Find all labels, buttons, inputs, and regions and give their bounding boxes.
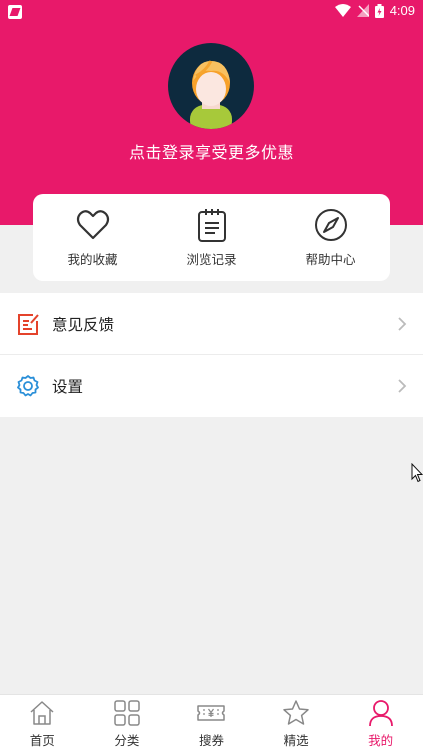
chevron-right-icon [398, 379, 407, 393]
tab-home[interactable]: 首页 [0, 695, 85, 752]
menu-item-label: 设置 [52, 378, 84, 396]
quick-action-help[interactable]: 帮助中心 [271, 194, 390, 281]
user-icon [368, 700, 393, 727]
tab-category[interactable]: 分类 [85, 695, 170, 752]
mouse-cursor-icon [411, 463, 423, 483]
status-time: 4:09 [389, 3, 415, 18]
settings-list: 意见反馈 设置 [0, 293, 423, 417]
signal-off-icon [356, 4, 369, 17]
status-icons: 4:09 [334, 3, 415, 18]
avatar[interactable] [168, 43, 254, 129]
login-prompt[interactable]: 点击登录享受更多优惠 [0, 139, 423, 163]
status-bar: 4:09 [0, 0, 423, 24]
quick-action-label: 我的收藏 [67, 252, 118, 267]
bottom-tab-bar: 首页 分类 搜券 精选 我的 [0, 694, 423, 752]
quick-actions-card: 我的收藏 浏览记录 帮助中心 [33, 194, 390, 281]
edit-icon [18, 313, 39, 335]
grid-icon [114, 700, 140, 726]
compass-icon [314, 209, 347, 241]
menu-item-settings[interactable]: 设置 [0, 355, 423, 417]
tab-label: 精选 [283, 733, 309, 748]
tab-label: 首页 [29, 733, 55, 748]
quick-action-favorites[interactable]: 我的收藏 [33, 194, 152, 281]
clipboard-icon [197, 209, 226, 242]
profile-header: 4:09 点击登录享受更多优惠 [0, 0, 423, 225]
tab-featured[interactable]: 精选 [254, 695, 339, 752]
home-icon [30, 701, 54, 725]
coupon-icon [197, 705, 226, 721]
notification-icon [8, 5, 22, 19]
quick-action-label: 浏览记录 [186, 252, 237, 267]
tab-label: 我的 [368, 733, 394, 748]
avatar-icon [190, 60, 232, 129]
chevron-right-icon [398, 316, 407, 331]
battery-icon [374, 3, 384, 18]
tab-coupon[interactable]: 搜券 [169, 695, 254, 752]
menu-item-label: 意见反馈 [52, 315, 115, 334]
quick-action-history[interactable]: 浏览记录 [152, 194, 271, 281]
quick-action-label: 帮助中心 [305, 252, 356, 267]
menu-item-feedback[interactable]: 意见反馈 [0, 293, 423, 355]
heart-icon [76, 210, 109, 240]
star-icon [283, 700, 309, 725]
tab-label: 分类 [114, 733, 140, 748]
gear-icon [17, 375, 39, 397]
tab-label: 搜券 [198, 733, 224, 748]
wifi-icon [334, 4, 351, 17]
tab-mine[interactable]: 我的 [338, 695, 423, 752]
